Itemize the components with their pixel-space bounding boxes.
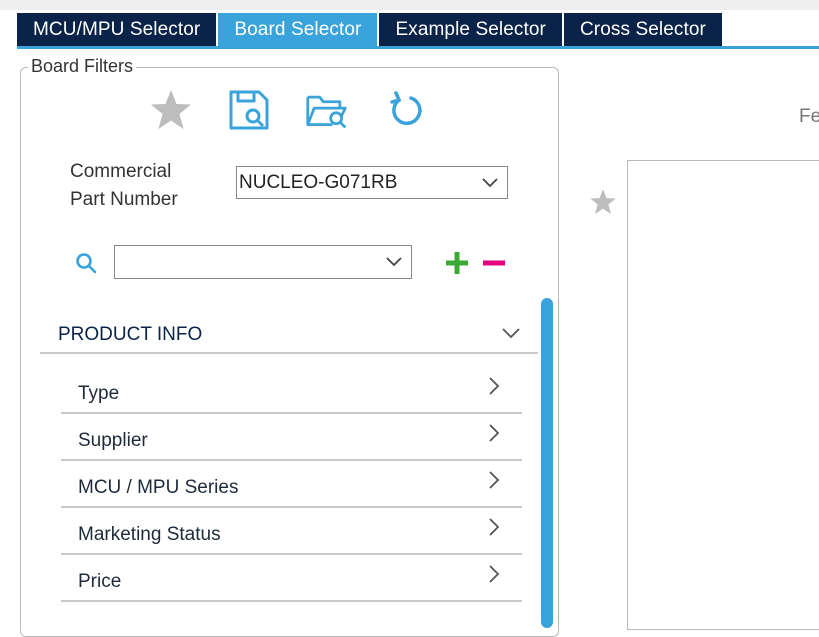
chevron-down-icon [482,177,498,187]
filter-item-label: Price [78,570,122,592]
filter-item-label: Marketing Status [78,523,221,545]
chevron-down-icon [386,257,402,267]
commercial-part-number-label: Commercial Part Number [70,161,178,210]
chevron-right-icon [489,471,500,489]
filter-item-label: Type [78,382,120,404]
filter-item-supplier[interactable]: Supplier [61,414,522,461]
save-search-icon[interactable] [227,88,271,132]
filter-search-combo[interactable] [114,245,412,279]
remove-filter-button[interactable] [482,251,506,280]
features-label: Fe [799,106,819,127]
open-folder-search-icon[interactable] [305,88,349,132]
tab-cross-selector[interactable]: Cross Selector [563,13,722,46]
tab-underline [17,46,819,49]
filter-item-marketing-status[interactable]: Marketing Status [61,508,522,555]
chevron-right-icon [489,377,500,395]
star-icon[interactable] [589,188,617,221]
chevron-down-icon [502,328,520,339]
commercial-part-number-value: NUCLEO-G071RB [239,171,398,193]
filter-item-price[interactable]: Price [61,555,522,602]
search-icon [75,252,97,279]
add-filter-button[interactable] [445,251,469,280]
chevron-right-icon [489,565,500,583]
tab-board-selector[interactable]: Board Selector [218,13,378,46]
chevron-right-icon [489,518,500,536]
plus-icon [446,252,468,274]
commercial-part-number-select[interactable]: NUCLEO-G071RB [236,166,508,199]
selector-tabbar: MCU/MPU Selector Board Selector Example … [17,13,724,46]
product-info-list: Type Supplier MCU / MPU Series Marketing… [61,367,522,602]
filter-item-type[interactable]: Type [61,367,522,414]
board-filters-legend: Board Filters [28,56,137,77]
filters-scrollbar[interactable] [541,298,553,628]
board-list-panel [627,160,819,630]
reset-icon[interactable] [384,88,428,132]
top-strip [0,0,819,10]
chevron-right-icon [489,424,500,442]
product-info-title: PRODUCT INFO [58,324,203,345]
star-icon[interactable] [149,88,193,132]
product-info-header[interactable]: PRODUCT INFO [40,318,538,354]
minus-icon [483,260,505,266]
filter-item-label: Supplier [78,429,148,451]
tab-mcu-mpu-selector[interactable]: MCU/MPU Selector [17,13,217,46]
filter-item-mcu-mpu-series[interactable]: MCU / MPU Series [61,461,522,508]
tab-example-selector[interactable]: Example Selector [379,13,562,46]
filter-item-label: MCU / MPU Series [78,476,239,498]
